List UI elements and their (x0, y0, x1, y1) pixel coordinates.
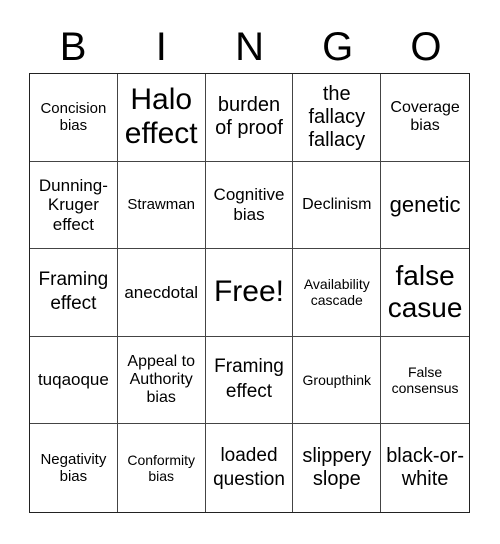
header-letter-i: I (155, 25, 167, 69)
bingo-cell[interactable]: tuqaoque (30, 336, 118, 425)
bingo-grid: Concision bias Halo effect burden of pro… (29, 73, 470, 513)
bingo-cell[interactable]: the fallacy fallacy (293, 74, 382, 162)
bingo-cell[interactable]: Framing effect (205, 336, 294, 425)
bingo-cell[interactable]: Appeal to Authority bias (117, 336, 206, 425)
bingo-header: B I N G O (29, 22, 470, 72)
header-letter-o: O (410, 25, 442, 69)
bingo-cell[interactable]: Halo effect (117, 74, 206, 162)
bingo-cell[interactable]: slippery slope (293, 424, 382, 512)
bingo-cell[interactable]: Negativity bias (30, 424, 118, 512)
bingo-cell[interactable]: Cognitive bias (205, 161, 294, 250)
bingo-cell[interactable]: genetic (381, 162, 469, 250)
header-letter-g: G (322, 25, 354, 69)
bingo-cell[interactable]: Coverage bias (381, 74, 469, 162)
bingo-cell[interactable]: Framing effect (30, 249, 118, 337)
bingo-cell[interactable]: Declinism (293, 161, 382, 250)
bingo-cell[interactable]: Strawman (117, 161, 206, 250)
bingo-cell[interactable]: False consensus (381, 337, 469, 425)
bingo-cell[interactable]: false casue (381, 249, 469, 337)
bingo-cell[interactable]: loaded question (206, 424, 294, 512)
bingo-cell[interactable]: black-or-white (381, 424, 469, 512)
header-letter-n: N (235, 25, 264, 69)
bingo-cell[interactable]: Concision bias (30, 74, 118, 162)
bingo-cell[interactable]: burden of proof (205, 74, 294, 162)
bingo-cell[interactable]: anecdotal (117, 249, 206, 337)
header-letter-b: B (59, 25, 87, 69)
bingo-cell[interactable]: Dunning-Kruger effect (30, 161, 118, 250)
bingo-cell[interactable]: Availability cascade (293, 249, 382, 337)
bingo-cell[interactable]: Groupthink (293, 336, 382, 425)
free-space-cell[interactable]: Free! (205, 249, 294, 337)
bingo-cell[interactable]: Conformity bias (118, 424, 206, 512)
